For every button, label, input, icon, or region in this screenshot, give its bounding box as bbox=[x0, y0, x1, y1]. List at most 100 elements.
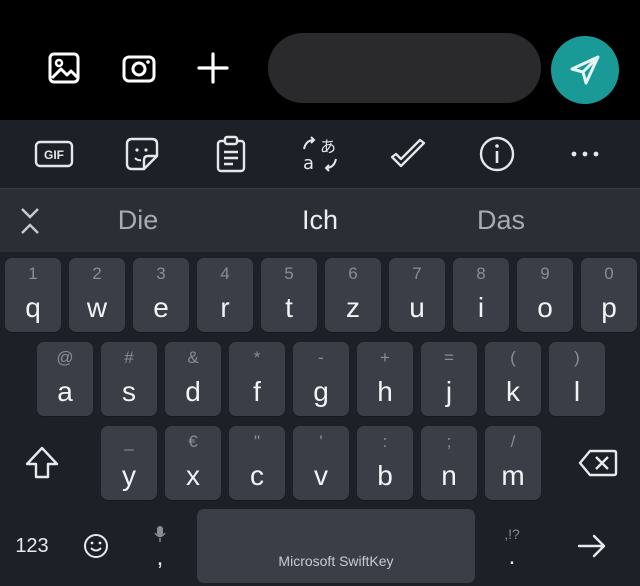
shift-icon bbox=[25, 446, 59, 479]
check-icon[interactable] bbox=[386, 134, 430, 174]
space-bar-label: Microsoft SwiftKey bbox=[278, 553, 394, 569]
key-v[interactable]: ' v bbox=[293, 426, 349, 500]
key-label: e bbox=[153, 292, 169, 323]
key-label: j bbox=[445, 376, 453, 407]
key-hint: * bbox=[253, 348, 261, 367]
key-r[interactable]: 4r bbox=[197, 258, 253, 332]
key-label: p bbox=[601, 292, 617, 323]
period-label: . bbox=[508, 543, 516, 570]
clipboard-icon[interactable] bbox=[209, 134, 253, 174]
gallery-icon[interactable] bbox=[42, 46, 86, 90]
collapse-toolbar-icon[interactable] bbox=[12, 205, 48, 237]
key-hint: 4 bbox=[220, 264, 230, 283]
svg-text:あ: あ bbox=[320, 137, 336, 156]
key-e[interactable]: 3e bbox=[133, 258, 189, 332]
key-j[interactable]: = j bbox=[421, 342, 477, 416]
backspace-key[interactable] bbox=[568, 426, 628, 500]
gif-icon: GIF bbox=[44, 148, 64, 162]
sticker-icon[interactable] bbox=[120, 134, 164, 174]
key-hint: 1 bbox=[28, 264, 38, 283]
suggestion-3[interactable]: Das bbox=[431, 189, 571, 252]
key-h[interactable]: + h bbox=[357, 342, 413, 416]
camera-icon[interactable] bbox=[117, 46, 161, 90]
key-y[interactable]: _ y bbox=[101, 426, 157, 500]
key-z[interactable]: 6z bbox=[325, 258, 381, 332]
key-hint: 3 bbox=[156, 264, 166, 283]
key-hint: - bbox=[318, 348, 324, 367]
key-label: q bbox=[25, 292, 41, 323]
key-m[interactable]: / m bbox=[485, 426, 541, 500]
key-o[interactable]: 9o bbox=[517, 258, 573, 332]
key-label: g bbox=[313, 376, 329, 407]
translate-icon[interactable]: aあ bbox=[298, 134, 342, 174]
key-i[interactable]: 8i bbox=[453, 258, 509, 332]
enter-key[interactable] bbox=[564, 509, 620, 583]
key-label: c bbox=[250, 460, 264, 491]
key-p[interactable]: 0p bbox=[581, 258, 637, 332]
key-label: k bbox=[506, 376, 520, 407]
key-f[interactable]: * f bbox=[229, 342, 285, 416]
key-label: y bbox=[122, 460, 136, 491]
key-q[interactable]: 1q bbox=[5, 258, 61, 332]
gif-button[interactable]: GIF bbox=[32, 134, 76, 174]
key-s[interactable]: # s bbox=[101, 342, 157, 416]
key-label: a bbox=[57, 376, 73, 407]
key-label: l bbox=[573, 376, 581, 407]
key-label: w bbox=[86, 292, 108, 323]
key-hint: 2 bbox=[92, 264, 102, 283]
key-hint: / bbox=[510, 432, 516, 451]
punctuation-hint: ,!? bbox=[504, 526, 520, 542]
key-u[interactable]: 7u bbox=[389, 258, 445, 332]
key-label: z bbox=[346, 292, 360, 323]
key-hint: 6 bbox=[348, 264, 358, 283]
key-label: f bbox=[253, 376, 261, 407]
key-label: h bbox=[377, 376, 393, 407]
key-label: n bbox=[441, 460, 457, 491]
shift-key[interactable] bbox=[14, 426, 70, 500]
key-label: u bbox=[409, 292, 425, 323]
space-bar[interactable]: Microsoft SwiftKey bbox=[197, 509, 475, 583]
key-hint: ) bbox=[574, 348, 580, 367]
emoji-key[interactable] bbox=[68, 509, 124, 583]
key-k[interactable]: (k bbox=[485, 342, 541, 416]
key-label: o bbox=[537, 292, 553, 323]
key-t[interactable]: 5t bbox=[261, 258, 317, 332]
key-hint: € bbox=[188, 432, 198, 451]
key-w[interactable]: 2w bbox=[69, 258, 125, 332]
backspace-icon bbox=[578, 449, 618, 477]
microphone-icon bbox=[154, 526, 166, 542]
suggestion-1[interactable]: Die bbox=[68, 189, 208, 252]
period-key[interactable]: ,!? . bbox=[484, 509, 540, 583]
compose-bar bbox=[0, 0, 640, 120]
more-icon[interactable] bbox=[563, 134, 607, 174]
key-hint: ; bbox=[446, 432, 452, 451]
send-button[interactable] bbox=[551, 36, 619, 104]
key-n[interactable]: ; n bbox=[421, 426, 477, 500]
info-icon[interactable] bbox=[475, 134, 519, 174]
key-hint: _ bbox=[124, 432, 134, 451]
key-x[interactable]: € x bbox=[165, 426, 221, 500]
comma-key[interactable]: , bbox=[132, 509, 188, 583]
emoji-icon bbox=[84, 534, 108, 558]
message-input[interactable] bbox=[268, 33, 541, 103]
key-l[interactable]: ) l bbox=[549, 342, 605, 416]
key-label: d bbox=[185, 376, 201, 407]
suggestion-2[interactable]: Ich bbox=[250, 189, 390, 252]
key-b[interactable]: :b bbox=[357, 426, 413, 500]
key-hint: 5 bbox=[284, 264, 294, 283]
send-icon bbox=[570, 55, 600, 85]
key-d[interactable]: & d bbox=[165, 342, 221, 416]
key-hint: ( bbox=[510, 348, 516, 367]
suggestion-bar: Die Ich Das bbox=[0, 188, 640, 252]
key-a[interactable]: @ a bbox=[37, 342, 93, 416]
key-c[interactable]: " c bbox=[229, 426, 285, 500]
keyboard-toolbar: GIF aあ bbox=[0, 120, 640, 187]
plus-icon[interactable] bbox=[191, 46, 235, 90]
key-label: m bbox=[501, 460, 525, 491]
key-hint: 0 bbox=[604, 264, 614, 283]
key-hint: # bbox=[124, 348, 134, 367]
key-g[interactable]: -g bbox=[293, 342, 349, 416]
key-hint: ' bbox=[319, 432, 323, 451]
key-label: x bbox=[186, 460, 200, 491]
numbers-key[interactable]: 123 bbox=[4, 509, 60, 583]
